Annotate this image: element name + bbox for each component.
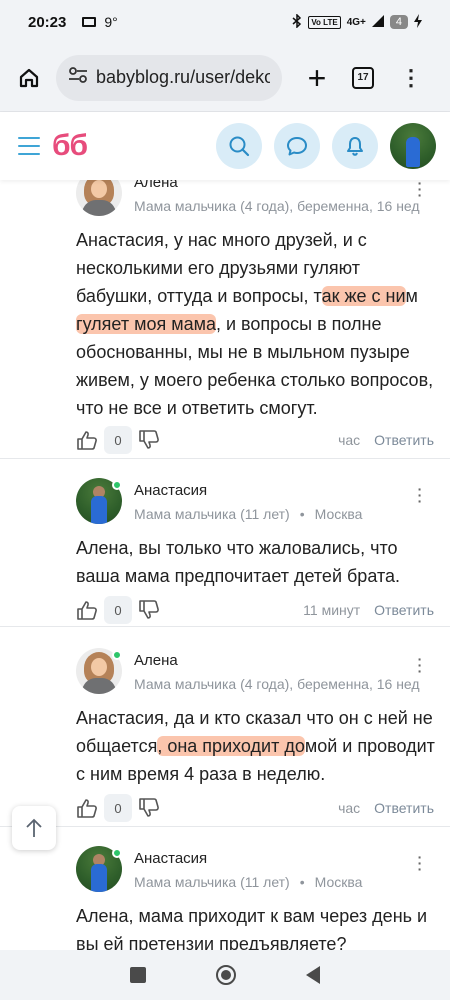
home-button[interactable] (14, 63, 44, 93)
mention[interactable]: Алена (76, 906, 128, 926)
mention[interactable]: Анастасия (76, 230, 164, 250)
comment: Алена Мама мальчика (4 года), беременна,… (0, 180, 450, 454)
comment-author[interactable]: Анастасия (134, 850, 207, 867)
comment-author[interactable]: Анастасия (134, 482, 207, 499)
thumb-up-icon (77, 799, 97, 818)
menu-icon[interactable] (18, 137, 40, 155)
comment-actions: 0 час Ответить (76, 426, 434, 454)
new-tab-button[interactable]: + (300, 62, 334, 94)
bell-icon (347, 137, 363, 156)
comment-author-meta: Мама мальчика (4 года), беременна, 16 не… (134, 198, 420, 214)
highlight: гуляет моя мама (76, 314, 216, 334)
more-options-icon[interactable]: · · · (414, 652, 426, 678)
dislike-button[interactable] (138, 429, 160, 451)
divider (0, 626, 450, 627)
site-settings-icon[interactable] (68, 67, 88, 88)
divider (0, 458, 450, 459)
volte-badge: Vo LTE (308, 15, 341, 29)
signal-indicator: 4G+ (346, 16, 366, 28)
thumb-up-icon (77, 601, 97, 620)
online-indicator (112, 650, 122, 660)
home-nav-button[interactable] (216, 965, 236, 985)
comment-author[interactable]: Алена (134, 180, 178, 191)
more-options-icon[interactable]: · · · (414, 482, 426, 508)
chat-icon (287, 137, 307, 156)
charging-icon (414, 13, 422, 31)
comment-author-meta: Мама мальчика (11 лет) • Москва (134, 506, 363, 522)
reply-button[interactable]: Ответить (374, 602, 434, 618)
reply-button[interactable]: Ответить (374, 800, 434, 816)
dislike-button[interactable] (138, 797, 160, 819)
like-button[interactable] (76, 599, 98, 621)
user-avatar[interactable] (390, 123, 436, 169)
browser-toolbar: babyblog.ru/user/deko + 17 ⋮ (0, 44, 450, 112)
mail-icon (82, 17, 97, 27)
comment: Анастасия Мама мальчика (11 лет) • Москва … (0, 478, 450, 624)
online-indicator (112, 480, 122, 490)
site-header: бб (0, 112, 450, 180)
scroll-to-top-button[interactable] (12, 806, 56, 850)
address-bar[interactable]: babyblog.ru/user/deko (56, 54, 282, 101)
back-button[interactable] (306, 966, 320, 984)
dislike-button[interactable] (138, 599, 160, 621)
comments-feed: Алена Мама мальчика (4 года), беременна,… (0, 180, 450, 960)
comment-location: Москва (314, 874, 363, 890)
comment-time: час (338, 432, 361, 448)
comment-time: час (338, 800, 361, 816)
bluetooth-icon (292, 12, 302, 31)
signal-bars-icon (371, 14, 384, 30)
mention[interactable]: Алена (76, 538, 128, 558)
system-nav-bar (0, 950, 450, 1000)
url-text: babyblog.ru/user/deko (96, 67, 270, 87)
messages-button[interactable] (274, 123, 320, 169)
browser-menu-button[interactable]: ⋮ (400, 66, 422, 88)
notifications-button[interactable] (332, 123, 378, 169)
thumb-down-icon (139, 600, 159, 619)
comment-author-meta: Мама мальчика (11 лет) • Москва (134, 874, 363, 890)
highlight: , она приходит до (157, 736, 305, 756)
search-button[interactable] (216, 123, 262, 169)
comment-text: Анастасия, у нас много друзей, и с неско… (76, 230, 434, 418)
comment-text: Анастасия, да и кто сказал что он с ней … (76, 708, 435, 784)
arrow-up-icon (26, 818, 42, 837)
like-count: 0 (104, 426, 132, 454)
comment-author[interactable]: Алена (134, 652, 178, 669)
reply-button[interactable]: Ответить (374, 432, 434, 448)
highlight: ак же с ни (321, 286, 406, 306)
more-options-icon[interactable]: · · · (414, 850, 426, 876)
home-icon (19, 68, 39, 87)
like-count: 0 (104, 794, 132, 822)
thumb-up-icon (77, 431, 97, 450)
like-button[interactable] (76, 429, 98, 451)
comment-location: Москва (314, 506, 363, 522)
mention[interactable]: Анастасия (76, 708, 164, 728)
comment: Анастасия Мама мальчика (11 лет) • Москва … (0, 846, 450, 954)
comment-time: 11 минут (303, 602, 361, 618)
comment-text: Алена, вы только что жаловались, что ваш… (76, 538, 400, 586)
recent-apps-button[interactable] (130, 967, 146, 983)
status-bar: 20:23 9° Vo LTE 4G+ 4 (0, 0, 450, 44)
status-temperature: 9° (104, 14, 118, 30)
status-time: 20:23 (28, 13, 67, 31)
comment-actions: 0 час Ответить (76, 794, 434, 822)
divider (0, 826, 450, 827)
thumb-down-icon (139, 430, 159, 449)
comment-author-meta: Мама мальчика (4 года), беременна, 16 не… (134, 676, 420, 692)
tab-switcher-button[interactable]: 17 (352, 66, 374, 89)
comment: Алена Мама мальчика (4 года), беременна,… (0, 648, 450, 822)
like-button[interactable] (76, 797, 98, 819)
online-indicator (112, 848, 122, 858)
like-count: 0 (104, 596, 132, 624)
more-options-icon[interactable]: · · · (414, 180, 426, 202)
site-logo[interactable]: бб (52, 129, 88, 163)
search-icon (229, 136, 250, 157)
battery-indicator: 4 (389, 15, 408, 29)
avatar[interactable] (76, 180, 122, 216)
comment-actions: 0 11 минут Ответить (76, 596, 434, 624)
thumb-down-icon (139, 798, 159, 817)
